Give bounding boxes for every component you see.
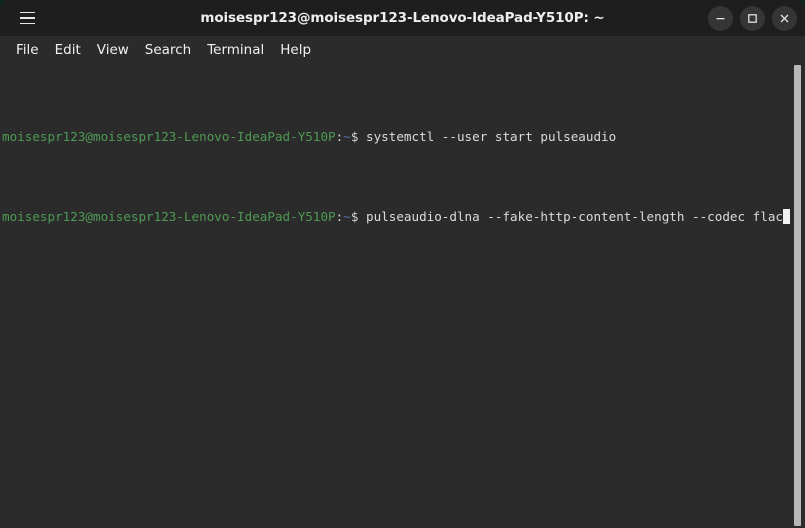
menu-item-file[interactable]: File xyxy=(8,40,47,60)
menu-item-terminal[interactable]: Terminal xyxy=(199,40,272,60)
menu-item-help[interactable]: Help xyxy=(272,40,319,60)
terminal-line: moisespr123@moisespr123-Lenovo-IdeaPad-Y… xyxy=(2,207,790,227)
prompt-userhost: moisespr123@moisespr123-Lenovo-IdeaPad-Y… xyxy=(2,129,336,144)
menu-item-view[interactable]: View xyxy=(89,40,137,60)
hamburger-icon[interactable] xyxy=(12,5,42,31)
menu-item-edit[interactable]: Edit xyxy=(47,40,89,60)
maximize-button[interactable] xyxy=(740,6,765,31)
scrollbar[interactable] xyxy=(790,63,805,528)
terminal-line: moisespr123@moisespr123-Lenovo-IdeaPad-Y… xyxy=(2,127,790,147)
prompt-path: ~ xyxy=(343,209,351,224)
close-icon xyxy=(779,13,790,24)
scrollbar-thumb[interactable] xyxy=(794,65,801,526)
terminal-window: moisespr123@moisespr123-Lenovo-IdeaPad-Y… xyxy=(0,0,805,528)
menu-item-search[interactable]: Search xyxy=(137,40,199,60)
hamburger-line-1 xyxy=(20,12,35,14)
title-bar: moisespr123@moisespr123-Lenovo-IdeaPad-Y… xyxy=(0,0,805,36)
hamburger-line-2 xyxy=(20,17,35,19)
window-controls xyxy=(708,6,797,31)
terminal-body: moisespr123@moisespr123-Lenovo-IdeaPad-Y… xyxy=(0,63,805,528)
hamburger-line-3 xyxy=(20,23,35,25)
menu-bar: File Edit View Search Terminal Help xyxy=(0,36,805,63)
minimize-button[interactable] xyxy=(708,6,733,31)
minimize-icon xyxy=(715,13,726,24)
prompt-path: ~ xyxy=(343,129,351,144)
terminal-cursor xyxy=(783,209,790,224)
close-button[interactable] xyxy=(772,6,797,31)
prompt-userhost: moisespr123@moisespr123-Lenovo-IdeaPad-Y… xyxy=(2,209,336,224)
maximize-icon xyxy=(747,13,758,24)
terminal-output[interactable]: moisespr123@moisespr123-Lenovo-IdeaPad-Y… xyxy=(0,63,790,528)
terminal-command-1: systemctl --user start pulseaudio xyxy=(358,129,616,144)
window-title: moisespr123@moisespr123-Lenovo-IdeaPad-Y… xyxy=(0,10,805,26)
terminal-command-2: pulseaudio-dlna --fake-http-content-leng… xyxy=(358,209,783,224)
